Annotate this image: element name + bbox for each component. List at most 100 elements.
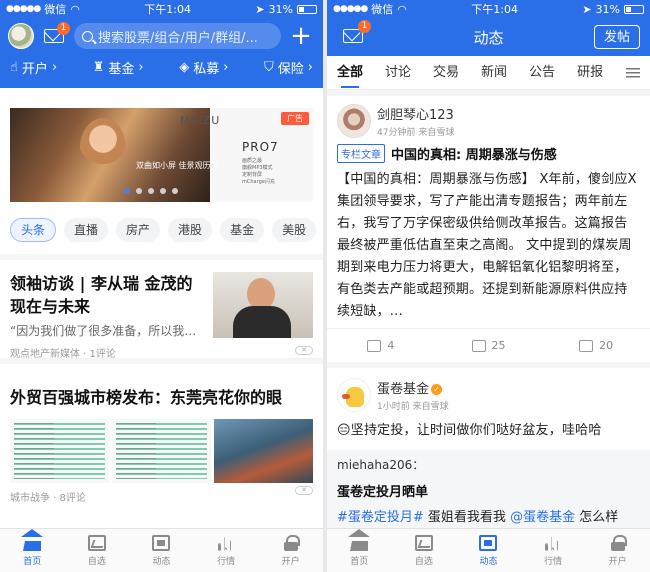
author-avatar[interactable] xyxy=(337,104,371,138)
add-button[interactable]: + xyxy=(287,23,315,49)
post-body: 😑坚持定投，让时间做你们哒好盆友，哇哈哈 xyxy=(337,423,602,438)
shield-icon: ⛉ xyxy=(264,60,274,75)
page-dot[interactable] xyxy=(136,188,142,194)
tab-watchlist[interactable]: 自选 xyxy=(65,529,130,572)
messages-button[interactable]: 1 xyxy=(40,22,70,48)
news-title: 外贸百强城市榜发布：东莞亮花你的眼 xyxy=(10,388,283,407)
chip-live[interactable]: 直播 xyxy=(64,218,109,242)
author-name[interactable]: 剑胆琴心123 xyxy=(377,104,454,123)
new-post-button[interactable]: 发帖 xyxy=(593,25,640,49)
quoted-body: #蛋卷定投月# 蛋姐看我看我 @蛋卷基金 怎么样 xyxy=(337,506,640,525)
category-chips: 头条 直播 房产 港股 基金 美股 保 xyxy=(10,218,323,242)
dismiss-button[interactable]: ✕ xyxy=(295,486,313,495)
post-source: 来自雪球 xyxy=(418,128,455,138)
status-bar: ●●●●● 微信 ◠ 下午1:04 ➤ 31% xyxy=(0,0,323,18)
filter-announcement[interactable]: 公告 xyxy=(529,56,555,90)
chip-hk-stocks[interactable]: 港股 xyxy=(168,218,213,242)
home-screen: ●●●●● 微信 ◠ 下午1:04 ➤ 31% 1 搜索股票/组合/用户/群组/… xyxy=(0,0,323,572)
chart-icon xyxy=(414,534,433,551)
location-icon: ➤ xyxy=(582,2,592,16)
location-icon: ➤ xyxy=(255,2,265,16)
quoted-post[interactable]: miehaha206： 蛋卷定投月晒单 #蛋卷定投月# 蛋姐看我看我 @蛋卷基金… xyxy=(327,450,650,528)
user-avatar[interactable] xyxy=(8,23,34,49)
home-feed: MEIZU 广告 PRO7 双曲如小屏 佳景观历历 画质之最 旗舰MP3模式 定… xyxy=(0,96,323,530)
news-item[interactable]: 领袖访谈 | 李从瑞 金茂的现在与未来 “因为我们做了很多准备，所以我们... … xyxy=(10,272,313,360)
verified-icon: ✓ xyxy=(431,384,443,395)
quick-open-account[interactable]: ☝ 开户 › xyxy=(10,58,57,77)
banner-model: PRO7 xyxy=(242,140,279,154)
battery-percent: 31% xyxy=(268,2,293,16)
lock-icon xyxy=(282,534,300,551)
chip-headlines[interactable]: 头条 xyxy=(10,218,57,242)
tab-market[interactable]: 行情 xyxy=(194,529,259,572)
filter-news[interactable]: 新闻 xyxy=(481,56,507,90)
page-dot[interactable] xyxy=(124,188,130,194)
filter-all[interactable]: 全部 xyxy=(337,56,363,90)
quick-insurance[interactable]: ⛉ 保险 › xyxy=(264,58,313,77)
wifi-icon: ◠ xyxy=(70,2,80,16)
news-thumbnail xyxy=(213,272,313,338)
tab-home[interactable]: 首页 xyxy=(327,529,392,572)
chip-funds[interactable]: 基金 xyxy=(220,218,265,242)
dismiss-button[interactable]: ✕ xyxy=(295,346,313,355)
message-badge: 1 xyxy=(57,22,70,35)
chip-us-stocks[interactable]: 美股 xyxy=(272,218,317,242)
repost-button[interactable]: 4 xyxy=(327,339,435,352)
banner-pagination xyxy=(124,188,178,194)
news-image xyxy=(112,419,211,483)
bottom-tab-bar: 首页 自选 动态 行情 开户 xyxy=(327,528,650,572)
cursor-icon: ☝ xyxy=(10,60,18,75)
tab-feed[interactable]: 动态 xyxy=(129,529,194,572)
comment-button[interactable]: 25 xyxy=(435,339,543,352)
bars-icon xyxy=(217,535,235,551)
tab-label: 首页 xyxy=(350,556,369,567)
quick-label: 开户 xyxy=(21,62,48,77)
status-bar: ●●●●● 微信 ◠ 下午1:04 ➤ 31% xyxy=(327,0,650,18)
chip-realestate[interactable]: 房产 xyxy=(116,218,161,242)
feed-post[interactable]: 蛋卷基金 ✓ 1小时前 来自雪球 😑坚持定投，让时间做你们哒好盆友，哇哈哈 xyxy=(327,378,650,442)
filter-discussion[interactable]: 讨论 xyxy=(385,56,411,90)
signal-icon: ●●●●● xyxy=(333,4,368,14)
mention-link[interactable]: @蛋卷基金 xyxy=(510,510,575,525)
feed-post[interactable]: 剑胆琴心123 47分钟前 来自雪球 专栏文章 中国的真相: 周期暴涨与伤感 【… xyxy=(327,104,650,323)
tab-open-account[interactable]: 开户 xyxy=(585,529,650,572)
tab-feed[interactable]: 动态 xyxy=(456,529,521,572)
quick-fund[interactable]: ♜ 基金 › xyxy=(93,58,144,77)
search-icon xyxy=(82,30,93,42)
post-title: 中国的真相: 周期暴涨与伤感 xyxy=(391,148,557,163)
quick-private-fund[interactable]: ◈ 私募 › xyxy=(179,58,228,77)
banner-slogan: 双曲如小屏 佳景观历历 xyxy=(136,161,219,170)
home-icon xyxy=(350,535,369,551)
hashtag-link[interactable]: #蛋卷定投月# xyxy=(337,510,424,525)
news-meta: 城市战争 · 8评论 xyxy=(10,493,86,504)
tab-open-account[interactable]: 开户 xyxy=(258,529,323,572)
messages-button[interactable]: 1 xyxy=(339,20,371,48)
quick-label: 私募 xyxy=(193,62,220,77)
tab-watchlist[interactable]: 自选 xyxy=(392,529,457,572)
post-time: 1小时前 xyxy=(377,402,410,412)
filter-research[interactable]: 研报 xyxy=(577,56,603,90)
tab-label: 动态 xyxy=(479,556,498,567)
news-image xyxy=(214,419,313,483)
quoted-user[interactable]: miehaha206： xyxy=(337,456,640,473)
like-button[interactable]: 20 xyxy=(542,339,650,352)
news-item[interactable]: 外贸百强城市榜发布：东莞亮花你的眼 城市战争 · 8评论 ✕ xyxy=(10,386,313,504)
page-dot[interactable] xyxy=(172,188,178,194)
comment-icon xyxy=(471,339,486,352)
page-dot[interactable] xyxy=(160,188,166,194)
tab-label: 动态 xyxy=(152,556,171,567)
author-avatar[interactable] xyxy=(337,378,371,412)
news-image-strip xyxy=(10,419,313,483)
filter-trade[interactable]: 交易 xyxy=(433,56,459,90)
tab-home[interactable]: 首页 xyxy=(0,529,65,572)
post-actions: 4 25 20 xyxy=(327,328,650,362)
page-dot[interactable] xyxy=(148,188,154,194)
clock: 下午1:04 xyxy=(144,3,191,16)
news-image xyxy=(10,419,109,483)
search-input[interactable]: 搜索股票/组合/用户/群组/... xyxy=(74,23,281,49)
post-source: 来自雪球 xyxy=(412,402,449,412)
author-name[interactable]: 蛋卷基金 xyxy=(377,382,429,397)
tab-market[interactable]: 行情 xyxy=(521,529,586,572)
menu-icon[interactable] xyxy=(626,68,640,78)
tab-label: 开户 xyxy=(281,556,300,567)
